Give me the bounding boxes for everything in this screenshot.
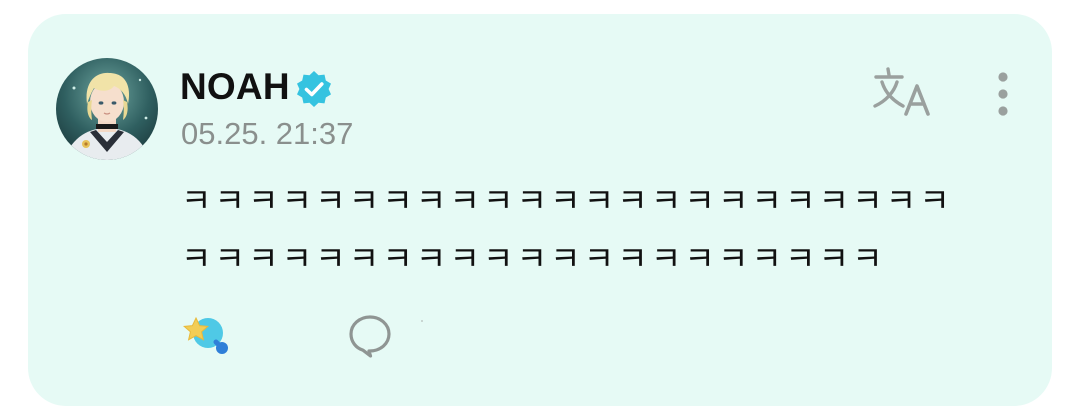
divider-dot xyxy=(421,320,423,322)
more-options-button[interactable] xyxy=(988,70,1018,120)
author-avatar[interactable] xyxy=(56,58,158,160)
reaction-button[interactable] xyxy=(180,312,232,358)
comment-button[interactable] xyxy=(346,312,394,360)
more-vertical-icon xyxy=(998,72,1008,116)
author-name[interactable]: NOAH xyxy=(180,64,290,110)
post-message: ㅋㅋㅋㅋㅋㅋㅋㅋㅋㅋㅋㅋㅋㅋㅋㅋㅋㅋㅋㅋㅋㅋㅋㅋㅋㅋㅋㅋㅋㅋㅋㅋㅋㅋㅋㅋㅋㅋㅋㅋ… xyxy=(181,181,953,278)
post-timestamp: 05.25. 21:37 xyxy=(181,116,354,151)
comment-bubble-icon xyxy=(349,315,391,358)
verified-badge-icon xyxy=(294,69,334,109)
star-bubble-icon xyxy=(182,316,228,354)
translate-button[interactable] xyxy=(872,66,934,118)
translate-icon xyxy=(873,67,930,116)
avatar-illustration xyxy=(56,58,158,160)
